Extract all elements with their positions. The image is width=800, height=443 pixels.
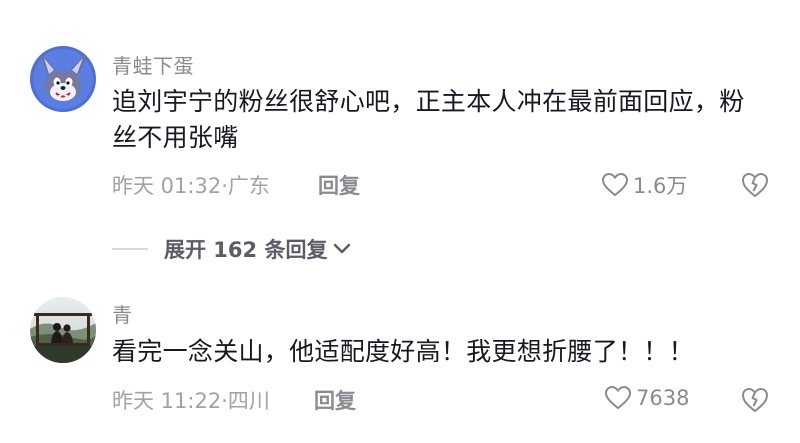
broken-heart-icon: [741, 387, 769, 413]
avatar[interactable]: [30, 297, 96, 363]
divider-line: [112, 248, 148, 250]
like-count: 1.6万: [633, 174, 688, 198]
broken-heart-icon: [741, 172, 769, 198]
like-count: 7638: [636, 386, 690, 410]
heart-outline-icon: [601, 172, 629, 197]
cut-off-top-element: [360, 0, 470, 4]
comment-meta: 昨天 01:32·广东: [112, 174, 270, 198]
reply-button[interactable]: 回复: [314, 385, 356, 415]
cartoon-rabbit-avatar-icon: [30, 46, 96, 112]
chevron-down-icon: [334, 243, 351, 254]
landscape-couple-avatar-icon: [30, 297, 96, 363]
avatar[interactable]: [30, 46, 96, 112]
heart-outline-icon: [604, 385, 632, 410]
reply-button[interactable]: 回复: [318, 170, 360, 200]
username[interactable]: 青: [112, 299, 133, 328]
comment-meta: 昨天 11:22·四川: [112, 389, 270, 413]
comment-text: 看完一念关山，他适配度好高！我更想折腰了！！！: [112, 337, 694, 366]
expand-replies-label: 展开 162 条回复: [164, 238, 328, 262]
dislike-button[interactable]: [740, 386, 770, 414]
like-button[interactable]: 1.6万: [601, 170, 687, 200]
username[interactable]: 青蛙下蛋: [112, 50, 194, 79]
dislike-button[interactable]: [740, 171, 770, 199]
like-button[interactable]: 7638: [604, 385, 689, 411]
comment-text: 追刘宇宁的粉丝很舒心吧，正主本人冲在最前面回应，粉丝不用张嘴: [112, 87, 745, 152]
expand-replies-button[interactable]: 展开 162 条回复: [112, 234, 351, 264]
